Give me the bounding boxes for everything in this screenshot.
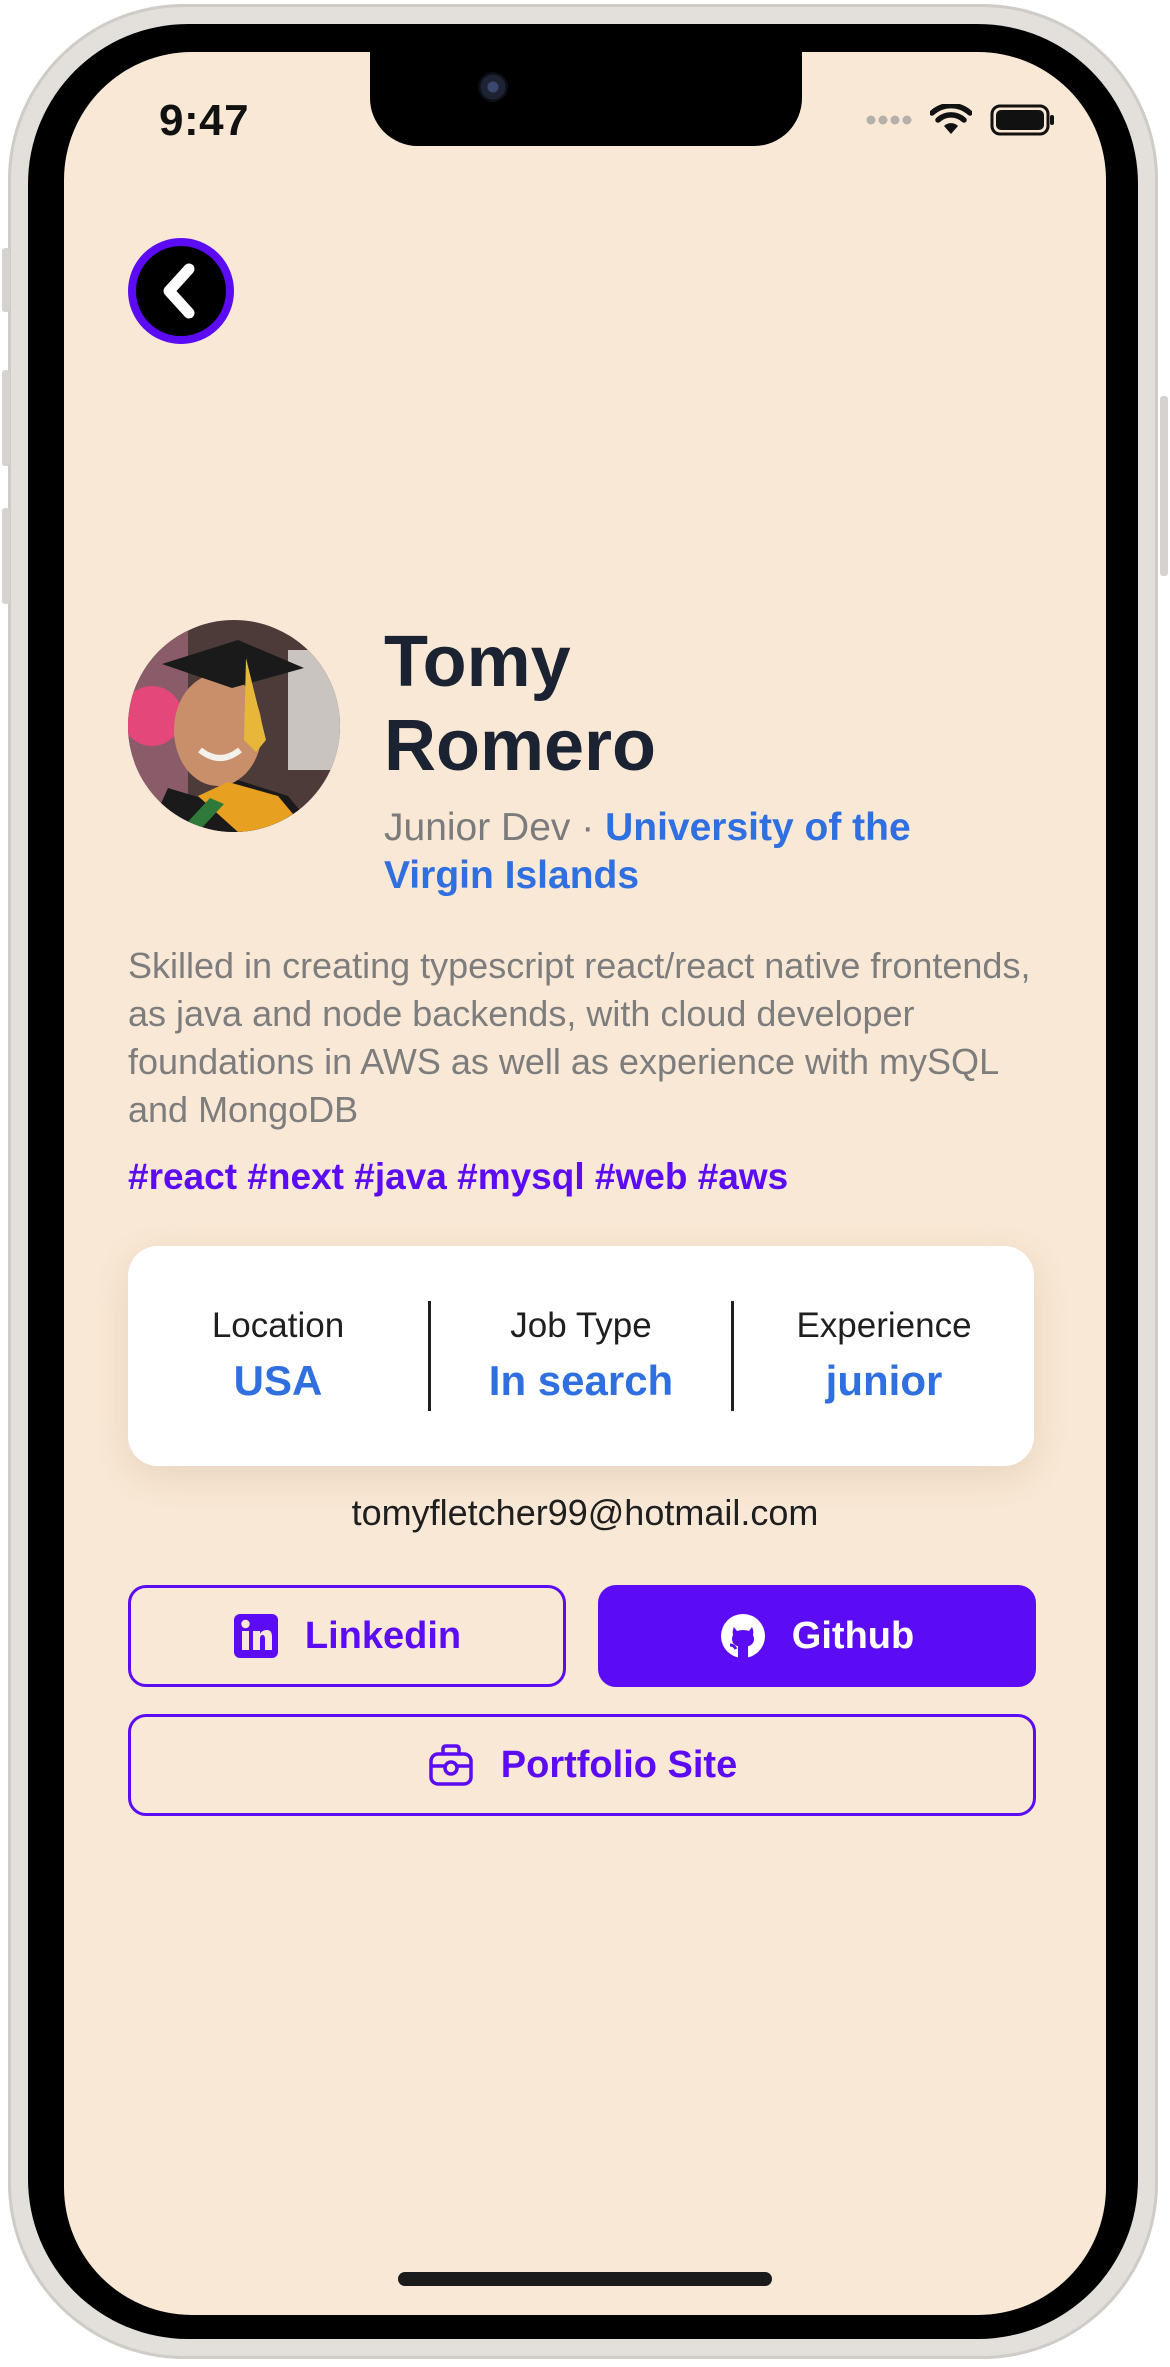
mute-switch <box>2 248 10 312</box>
home-indicator[interactable] <box>398 2272 772 2286</box>
experience-label: Experience <box>796 1306 972 1345</box>
github-button[interactable]: Github <box>598 1585 1036 1687</box>
back-button[interactable] <box>128 238 234 344</box>
power-button <box>1160 396 1168 576</box>
separator-dot: · <box>570 806 606 849</box>
email-text[interactable]: tomyfletcher99@hotmail.com <box>64 1492 1106 1534</box>
chevron-left-icon <box>163 263 195 319</box>
profile-avatar <box>128 620 340 832</box>
profile-name: Tomy Romero <box>384 620 944 788</box>
location-info: Location USA <box>128 1301 428 1411</box>
linkedin-icon <box>233 1614 278 1658</box>
profile-bio: Skilled in creating typescript react/rea… <box>128 945 1031 1130</box>
skill-tags: #react #next #java #mysql #web #aws <box>128 1156 789 1197</box>
linkedin-label: Linkedin <box>304 1614 462 1657</box>
profile-subtitle: Junior Dev · University of the Virgin Is… <box>384 804 1004 900</box>
front-camera <box>478 72 508 102</box>
volume-down-button <box>2 508 10 604</box>
experience-value: junior <box>825 1357 943 1404</box>
job-type-label: Job Type <box>510 1306 652 1345</box>
last-name: Romero <box>384 706 657 786</box>
battery-icon <box>990 104 1054 136</box>
portfolio-button[interactable]: Portfolio Site <box>128 1714 1036 1816</box>
location-label: Location <box>211 1306 345 1345</box>
notch <box>370 52 802 146</box>
app-screen: 9:47 Tomy Romero Junior Dev · University… <box>64 52 1106 2315</box>
briefcase-icon <box>429 1744 473 1786</box>
status-icons <box>866 104 1056 136</box>
role-text: Junior Dev <box>384 806 571 849</box>
wifi-icon <box>930 104 972 134</box>
github-label: Github <box>791 1614 915 1657</box>
job-type-info: Job Type In search <box>428 1301 731 1411</box>
location-value: USA <box>233 1357 323 1404</box>
experience-info: Experience junior <box>731 1301 1034 1411</box>
linkedin-button[interactable]: Linkedin <box>128 1585 566 1687</box>
portfolio-label: Portfolio Site <box>500 1743 738 1786</box>
job-type-value: In search <box>488 1357 674 1404</box>
info-card: Location USA Job Type In search Experien… <box>128 1246 1034 1466</box>
volume-up-button <box>2 370 10 466</box>
signal-icon <box>866 115 912 125</box>
status-time: 9:47 <box>159 96 250 145</box>
github-icon <box>720 1614 765 1659</box>
first-name: Tomy <box>384 622 571 702</box>
